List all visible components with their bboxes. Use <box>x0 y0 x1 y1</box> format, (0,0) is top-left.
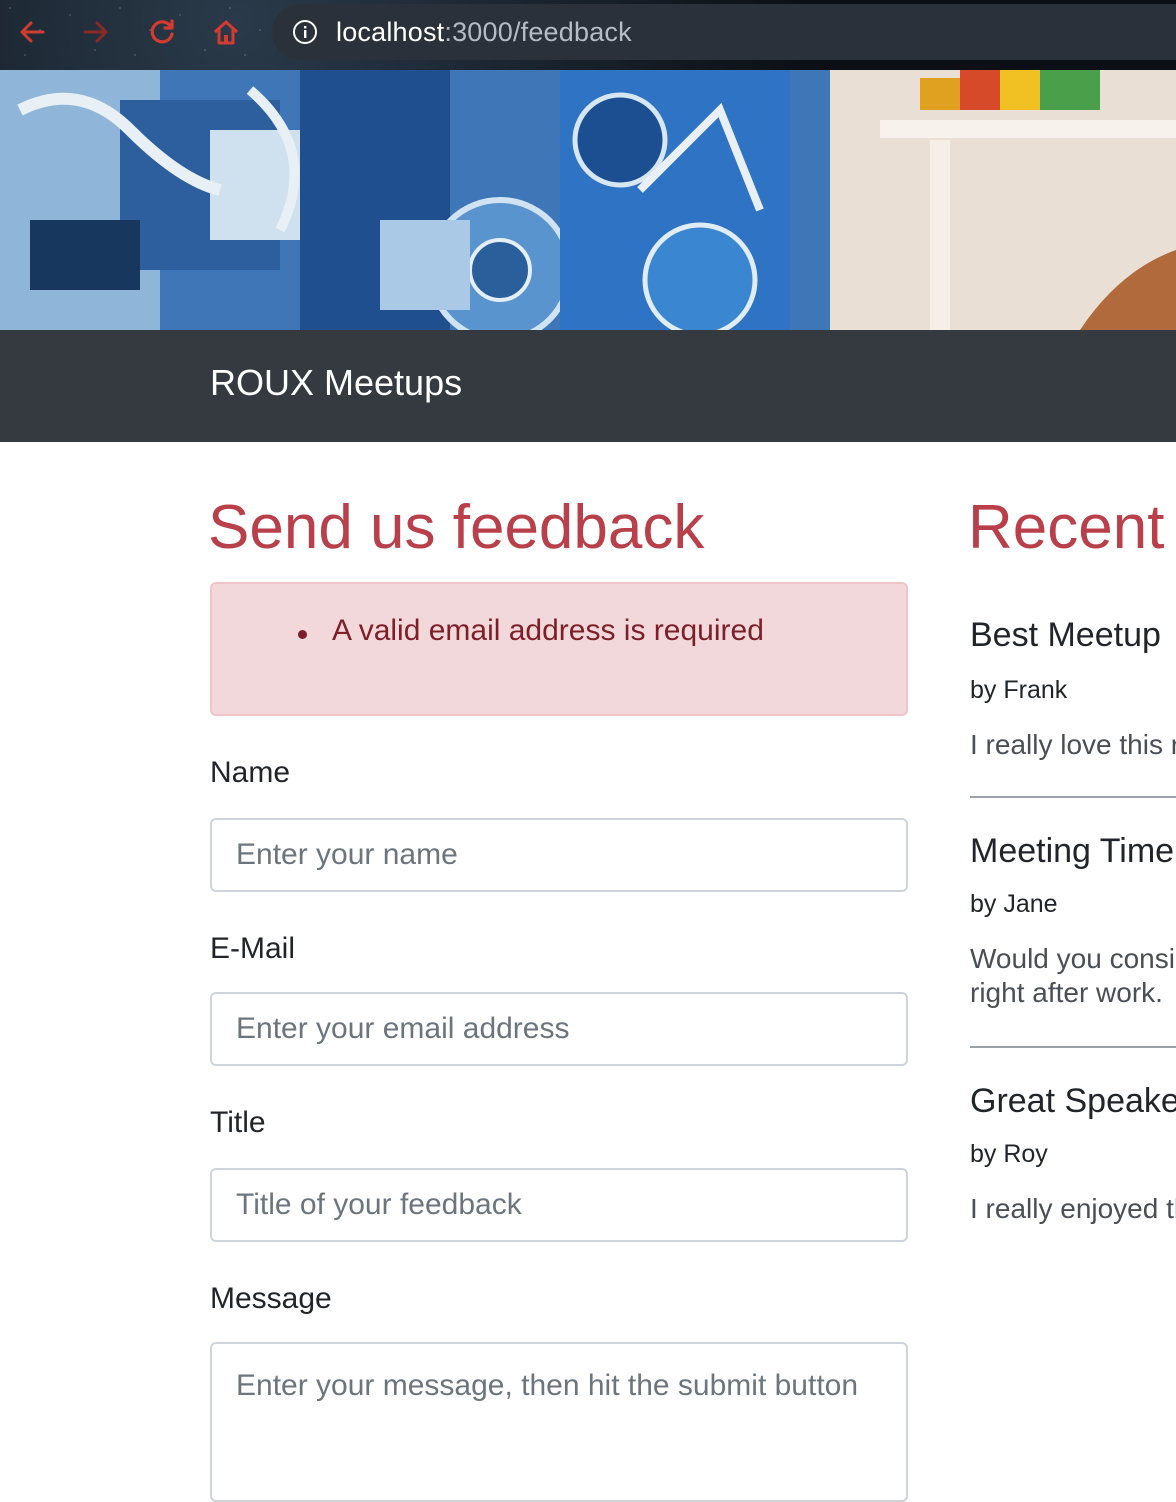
name-label: Name <box>210 756 291 789</box>
url-text: localhost:3000/feedback <box>336 17 632 48</box>
page-title: Send us feedback <box>208 493 705 562</box>
recent-title: Recent <box>968 493 1165 562</box>
feedback-author: by Jane <box>970 890 1058 918</box>
feedback-text: Would you consi right after work. <box>970 943 1175 1008</box>
email-input[interactable] <box>210 992 908 1066</box>
email-label: E-Mail <box>210 932 296 965</box>
url-path: :3000/feedback <box>444 16 632 47</box>
address-bar[interactable]: localhost:3000/feedback <box>272 4 1176 60</box>
feedback-divider <box>970 796 1176 798</box>
arrow-left-icon <box>20 21 45 43</box>
name-input[interactable] <box>210 818 908 892</box>
info-icon[interactable] <box>292 19 318 45</box>
title-input[interactable] <box>210 1168 908 1242</box>
navbar <box>0 330 1176 442</box>
home-icon <box>213 20 239 45</box>
feedback-title: Best Meetup <box>970 616 1161 654</box>
feedback-divider <box>970 1046 1176 1048</box>
error-alert: A valid email address is required <box>210 582 908 716</box>
brand-link[interactable]: ROUX Meetups <box>210 362 462 404</box>
url-host: localhost <box>336 16 445 47</box>
feedback-author: by Frank <box>970 676 1068 704</box>
feedback-text: I really love this r <box>970 729 1176 760</box>
title-label: Title <box>210 1106 266 1139</box>
error-message: A valid email address is required <box>332 614 764 647</box>
reload-button[interactable] <box>144 14 180 50</box>
forward-button[interactable] <box>78 14 114 50</box>
message-label: Message <box>210 1282 332 1315</box>
feedback-title: Great Speake <box>970 1082 1176 1120</box>
home-button[interactable] <box>208 14 244 50</box>
back-button[interactable] <box>14 14 50 50</box>
feedback-title: Meeting Time <box>970 832 1175 870</box>
feedback-text: I really enjoyed th <box>970 1193 1176 1224</box>
arrow-right-icon <box>83 21 108 43</box>
message-textarea[interactable] <box>210 1342 908 1502</box>
browser-toolbar: localhost:3000/feedback <box>0 0 1176 70</box>
hero-image <box>0 70 1176 330</box>
feedback-author: by Roy <box>970 1140 1048 1168</box>
bullet-icon <box>298 630 307 639</box>
reload-icon <box>150 19 174 44</box>
